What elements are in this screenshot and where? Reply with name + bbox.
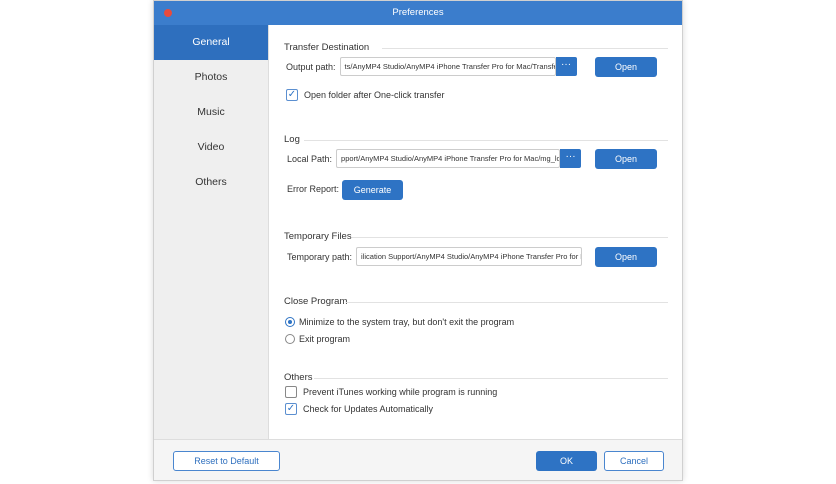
divider (382, 48, 668, 49)
reset-to-default-button[interactable]: Reset to Default (173, 451, 280, 471)
divider (352, 237, 668, 238)
open-log-button[interactable]: Open (595, 149, 657, 169)
section-heading: Transfer Destination (284, 42, 370, 53)
checkbox-unchecked-icon (285, 386, 297, 398)
open-output-button[interactable]: Open (595, 57, 657, 77)
error-report-label: Error Report: (287, 184, 340, 194)
local-path-label: Local Path: (287, 153, 333, 164)
divider (314, 378, 668, 379)
browse-log-button[interactable]: ··· (560, 149, 582, 168)
preferences-window: Preferences General Photos Music Video O… (153, 0, 683, 481)
generate-button[interactable]: Generate (342, 180, 403, 200)
divider (346, 302, 668, 303)
open-folder-checkbox[interactable]: ✓ Open folder after One-click transfer (286, 89, 445, 101)
cancel-button[interactable]: Cancel (604, 451, 664, 471)
section-heading: Log (284, 134, 300, 145)
output-path-input[interactable]: ts/AnyMP4 Studio/AnyMP4 iPhone Transfer … (339, 57, 556, 76)
others-section: Others (284, 372, 668, 383)
general-panel: Transfer Destination Output path: ts/Any… (270, 25, 682, 439)
open-temp-button[interactable]: Open (595, 247, 657, 267)
sidebar-item-photos[interactable]: Photos (154, 60, 268, 95)
prevent-itunes-label: Prevent iTunes working while program is … (303, 387, 498, 397)
temporary-path-label: Temporary path: (287, 251, 353, 262)
radio-selected-icon (285, 317, 295, 327)
temporary-path-input[interactable]: ilication Support/AnyMP4 Studio/AnyMP4 i… (356, 247, 583, 266)
window-title: Preferences (392, 7, 444, 18)
divider (304, 140, 668, 141)
section-heading: Temporary Files (284, 231, 352, 242)
sidebar-item-others[interactable]: Others (154, 165, 268, 200)
title-bar: Preferences (154, 1, 682, 25)
checkbox-checked-icon: ✓ (286, 89, 298, 101)
footer: Reset to Default OK Cancel (154, 439, 682, 480)
exit-program-radio[interactable]: Exit program (285, 334, 350, 344)
radio-unselected-icon (285, 334, 295, 344)
temporary-files-section: Temporary Files (284, 231, 668, 242)
close-program-section: Close Program (284, 296, 668, 307)
exit-program-label: Exit program (299, 334, 351, 344)
log-section: Log (284, 134, 668, 145)
sidebar: General Photos Music Video Others (154, 25, 269, 439)
minimize-radio[interactable]: Minimize to the system tray, but don't e… (285, 317, 514, 327)
sidebar-item-video[interactable]: Video (154, 130, 268, 165)
local-path-input[interactable]: pport/AnyMP4 Studio/AnyMP4 iPhone Transf… (336, 149, 561, 168)
browse-output-button[interactable]: ··· (555, 57, 577, 76)
sidebar-item-general[interactable]: General (154, 25, 268, 60)
check-updates-label: Check for Updates Automatically (303, 404, 434, 414)
output-path-label: Output path: (286, 61, 336, 72)
ok-button[interactable]: OK (536, 451, 597, 471)
checkbox-checked-icon: ✓ (285, 403, 297, 415)
open-folder-label: Open folder after One-click transfer (304, 90, 445, 100)
check-updates-checkbox[interactable]: ✓ Check for Updates Automatically (285, 403, 433, 415)
section-heading: Close Program (284, 296, 348, 307)
close-window-button[interactable] (164, 9, 172, 17)
sidebar-item-music[interactable]: Music (154, 95, 268, 130)
prevent-itunes-checkbox[interactable]: Prevent iTunes working while program is … (285, 386, 497, 398)
section-heading: Others (284, 372, 313, 383)
transfer-destination-section: Transfer Destination (284, 42, 668, 53)
minimize-label: Minimize to the system tray, but don't e… (299, 317, 515, 327)
